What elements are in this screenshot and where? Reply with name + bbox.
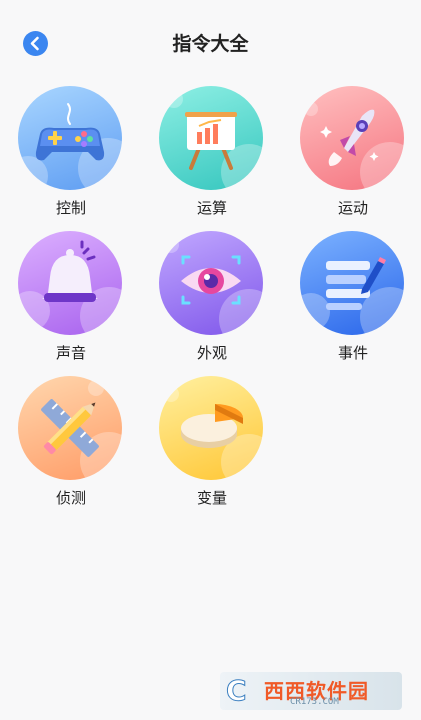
bell-icon [42,240,98,302]
category-tile [159,376,263,480]
watermark-url: CR173.COM [290,697,339,707]
category-label: 声音 [55,344,86,362]
category-label: 控制 [55,199,86,217]
category-label: 变量 [196,489,227,507]
category-label: 事件 [337,344,368,362]
pie-chart-icon [181,404,243,448]
category-control[interactable]: 控制 [16,86,126,221]
command-category-grid: 控制 运算 运动 声音 外观 事件 侦测 变量 [0,0,421,520]
category-tile [18,231,122,335]
site-watermark: C 西西软件园 CR173.COM [220,672,402,710]
category-variables[interactable]: 变量 [157,376,267,511]
category-tile [300,86,404,190]
category-motion[interactable]: 运动 [298,86,408,221]
category-looks[interactable]: 外观 [157,231,267,366]
ruler-pencil-icon [41,399,99,457]
category-sound[interactable]: 声音 [16,231,126,366]
gamepad-icon [35,103,105,161]
category-tile [159,86,263,190]
category-calculation[interactable]: 运算 [157,86,267,221]
easel-chart-icon [185,112,237,170]
category-sensing[interactable]: 侦测 [16,376,126,511]
rocket-icon [320,109,379,166]
category-events[interactable]: 事件 [298,231,408,366]
eye-icon [181,255,241,305]
category-tile [18,376,122,480]
category-label: 运动 [337,199,368,217]
category-label: 运算 [196,199,227,217]
category-tile [159,231,263,335]
category-label: 侦测 [55,489,86,507]
list-pen-icon [326,257,386,310]
watermark-logo: C [226,674,248,708]
category-label: 外观 [196,344,227,362]
category-tile [18,86,122,190]
category-tile [300,231,404,335]
